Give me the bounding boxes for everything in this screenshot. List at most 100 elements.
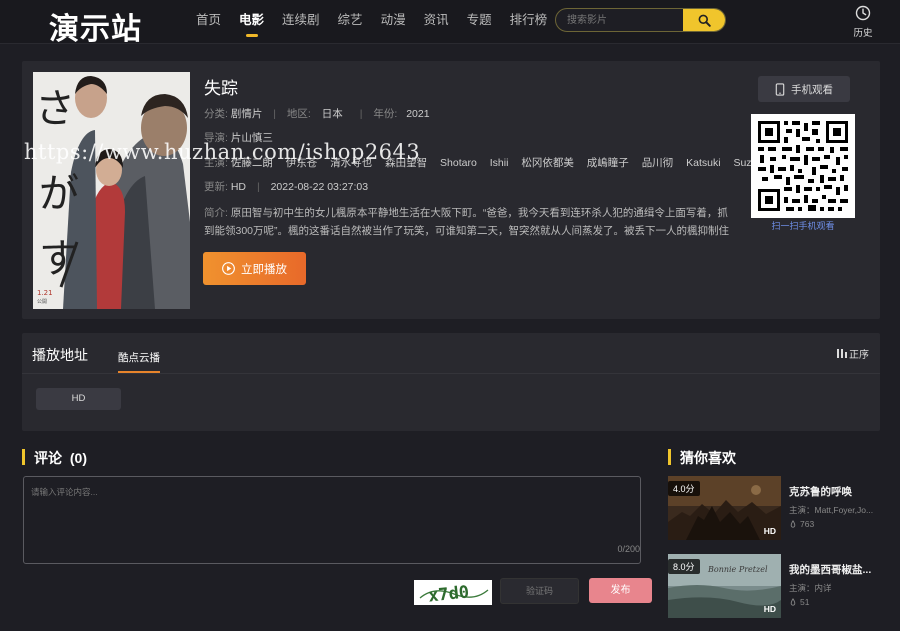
nav-anime[interactable]: 动漫 xyxy=(381,0,406,44)
recommend-title[interactable]: 我的墨西哥椒盐... xyxy=(789,562,879,577)
search-button[interactable] xyxy=(683,9,725,31)
qr-code xyxy=(751,114,855,218)
actor-link[interactable]: 松冈依都美 xyxy=(521,157,574,169)
movie-detail-panel: さ が す 1.21 公開 失踪 分类: 剧情片 | 地区: 日本 | 年份: … xyxy=(22,61,880,319)
svg-text:1.21: 1.21 xyxy=(37,289,53,297)
fire-icon xyxy=(790,597,796,606)
comment-textarea[interactable] xyxy=(24,477,640,563)
recommend-thumbnail[interactable]: Bonnie Pretzel 8.0分 HD xyxy=(668,554,781,618)
sort-label: 正序 xyxy=(849,350,869,361)
qr-caption: 扫一扫手机观看 xyxy=(771,221,835,231)
nav-topics[interactable]: 专题 xyxy=(467,0,492,44)
comment-input-box: 0/200 xyxy=(23,476,641,564)
region-label: 地区: xyxy=(286,108,311,120)
history-label: 历史 xyxy=(853,28,873,39)
actor-link[interactable]: Katsuki xyxy=(686,157,720,169)
recommend-heading: 猜你喜欢 xyxy=(668,448,736,468)
recommend-item[interactable]: Bonnie Pretzel 8.0分 HD 我的墨西哥椒盐... 主演：内详 … xyxy=(668,554,888,624)
sort-toggle[interactable]: 正序 xyxy=(837,346,869,361)
site-header: 演示站 首页 电影 连续剧 综艺 动漫 资讯 专题 排行榜 历史 xyxy=(0,0,900,47)
recommend-views: 763 xyxy=(789,519,814,529)
intro-label: 简介: xyxy=(204,207,228,219)
nav-ranking[interactable]: 排行榜 xyxy=(510,0,548,44)
director-row: 导演: 片山慎三 xyxy=(204,130,273,145)
tab-source[interactable]: 酷点云播 xyxy=(118,350,160,373)
svg-text:公開: 公開 xyxy=(37,299,47,305)
actor-link[interactable]: 品川彻 xyxy=(642,157,674,169)
playlist-panel: 播放地址 酷点云播 正序 HD xyxy=(22,333,880,431)
recommend-thumbnail[interactable]: 4.0分 HD xyxy=(668,476,781,540)
actor-link[interactable]: 成嶋瞳子 xyxy=(587,157,629,169)
view-count: 51 xyxy=(800,597,810,607)
director-value[interactable]: 片山慎三 xyxy=(231,132,273,144)
actor-link[interactable]: Ishii xyxy=(490,157,509,169)
submit-comment-button[interactable]: 发布 xyxy=(589,578,652,603)
actor-link[interactable]: 佐藤二朗 xyxy=(231,157,273,169)
actor-link[interactable]: 森田望智 xyxy=(385,157,427,169)
update-label: 更新: xyxy=(204,181,228,193)
play-now-label: 立即播放 xyxy=(241,263,287,276)
movie-poster[interactable]: さ が す 1.21 公開 xyxy=(33,72,190,309)
site-logo[interactable]: 演示站 xyxy=(49,4,142,48)
meta-separator: | xyxy=(256,181,260,193)
comments-heading: 评论 (0) xyxy=(22,448,87,468)
recommend-views: 51 xyxy=(789,597,809,607)
recommend-actor: 主演：内详 xyxy=(789,583,832,593)
score-badge: 4.0分 xyxy=(668,481,700,496)
region-value[interactable]: 日本 xyxy=(322,108,343,120)
clock-icon xyxy=(855,5,871,21)
char-counter: 0/200 xyxy=(617,544,640,554)
nav-variety[interactable]: 综艺 xyxy=(338,0,363,44)
intro-text: 原田智与初中生的女儿楓原本平静地生活在大阪下町。“爸爸，我今天看到连环杀人犯的通… xyxy=(204,207,730,237)
phone-icon xyxy=(775,82,785,96)
update-row: 更新: HD | 2022-08-22 03:27:03 xyxy=(204,179,368,194)
year-label: 年份: xyxy=(373,108,398,120)
fire-icon xyxy=(790,519,796,528)
comments-count: (0) xyxy=(69,450,88,466)
svg-text:さ: さ xyxy=(35,86,75,132)
view-count: 763 xyxy=(800,519,815,529)
meta-separator: | xyxy=(273,108,276,120)
playlist-title: 播放地址 xyxy=(32,347,88,363)
nav-movie[interactable]: 电影 xyxy=(239,0,264,44)
play-now-button[interactable]: 立即播放 xyxy=(203,252,306,285)
category-value[interactable]: 剧情片 xyxy=(231,108,263,120)
svg-text:が: が xyxy=(39,171,79,217)
actor-link[interactable]: Shotaro xyxy=(440,157,477,169)
captcha-field xyxy=(500,578,579,604)
category-label: 分类: xyxy=(204,108,228,120)
episode-button[interactable]: HD xyxy=(36,388,121,410)
nav-news[interactable]: 资讯 xyxy=(424,0,449,44)
search-bar xyxy=(555,8,726,32)
director-label: 导演: xyxy=(204,132,228,144)
svg-text:す: す xyxy=(39,236,79,282)
update-quality: HD xyxy=(230,181,247,193)
svg-text:Bonnie Pretzel: Bonnie Pretzel xyxy=(707,565,768,574)
actor-link[interactable]: 清水寻也 xyxy=(330,157,372,169)
nav-series[interactable]: 连续剧 xyxy=(282,0,320,44)
meta-separator: | xyxy=(359,108,363,120)
actors-label: 主演: xyxy=(204,157,228,169)
recommend-item[interactable]: 4.0分 HD 克苏鲁的呼唤 主演：Matt,Foyer,Jo... 763 xyxy=(668,476,888,546)
nav-home[interactable]: 首页 xyxy=(196,0,221,44)
history-button[interactable]: 历史 xyxy=(850,5,876,39)
mobile-watch-button[interactable]: 手机观看 xyxy=(758,76,850,102)
main-nav: 首页 电影 连续剧 综艺 动漫 资讯 专题 排行榜 xyxy=(196,0,565,44)
update-time: 2022-08-22 03:27:03 xyxy=(270,181,369,193)
quality-badge: HD xyxy=(763,526,776,536)
movie-meta-row: 分类: 剧情片 | 地区: 日本 | 年份: 2021 xyxy=(204,106,430,121)
captcha-image[interactable]: x7d0 xyxy=(414,580,492,607)
mobile-watch-label: 手机观看 xyxy=(791,83,833,96)
comments-title: 评论 xyxy=(34,450,62,466)
movie-title: 失踪 xyxy=(204,79,238,98)
recommend-title[interactable]: 克苏鲁的呼唤 xyxy=(789,484,879,499)
divider xyxy=(22,373,880,374)
movie-intro: 简介: 原田智与初中生的女儿楓原本平静地生活在大阪下町。“爸爸，我今天看到连环杀… xyxy=(204,204,736,240)
search-input[interactable] xyxy=(556,9,684,31)
quality-badge: HD xyxy=(763,604,776,614)
captcha-input[interactable] xyxy=(501,579,578,603)
search-icon xyxy=(698,14,711,27)
year-value[interactable]: 2021 xyxy=(406,108,429,120)
play-icon xyxy=(222,262,235,275)
actor-link[interactable]: 伊东苍 xyxy=(286,157,318,169)
